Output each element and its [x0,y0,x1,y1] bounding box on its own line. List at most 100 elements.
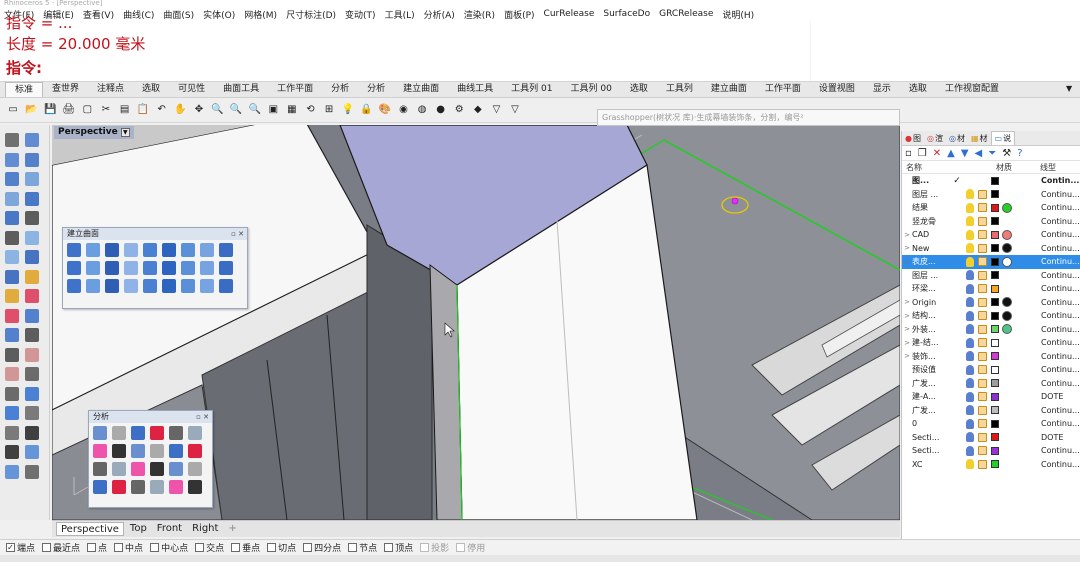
color-icon[interactable]: 🎨 [378,103,392,117]
toolbar-tab[interactable]: 查世界 [43,82,88,97]
zoom-extents-icon[interactable]: 🔍 [248,103,262,117]
tool-icon[interactable] [25,386,39,401]
material-swatch[interactable] [1002,432,1012,442]
visibility-bulb-icon[interactable] [966,229,974,240]
light-icon[interactable]: 💡 [341,103,355,117]
osnap-option[interactable]: 顶点 [384,541,413,554]
new-icon[interactable]: ▭ [6,103,20,117]
panel-tool-icon[interactable] [143,279,157,293]
lock-icon[interactable] [978,257,987,267]
osnap-checkbox[interactable] [348,543,358,552]
material-swatch[interactable] [1002,324,1012,335]
layer-color-swatch[interactable] [991,460,999,469]
move-up-icon[interactable]: ▲ [947,148,955,159]
panel-close-icon[interactable]: ▫ ✕ [196,411,212,423]
layer-color-swatch[interactable] [991,298,999,307]
toolbar-tab[interactable]: 标准 [5,82,44,97]
visibility-bulb-icon[interactable] [966,418,974,429]
panel-tool-icon[interactable] [86,279,100,293]
expand-icon[interactable]: > [902,244,912,252]
layer-name[interactable]: XC [912,460,948,469]
linetype-label[interactable]: Continu... [1041,325,1080,334]
layer-row[interactable]: > Origin Continu... [902,296,1080,310]
analysis-panel[interactable]: 分析 ▫ ✕ [88,410,213,508]
osnap-option[interactable]: 垂点 [231,541,260,554]
linetype-label[interactable]: DOTE [1041,433,1063,442]
visibility-bulb-icon[interactable] [966,216,974,227]
layer-color-swatch[interactable] [991,338,999,347]
osnap-option[interactable]: 点 [87,541,107,554]
tool-icon[interactable] [25,464,39,479]
layer-name[interactable]: Secti... [912,446,948,455]
layer-color-swatch[interactable] [991,217,999,226]
linetype-label[interactable]: Continu... [1041,298,1080,307]
lock-icon[interactable] [978,432,987,442]
material-swatch[interactable] [1002,378,1012,388]
menu-item[interactable]: GRCRelease [659,9,713,19]
panel-tool-icon[interactable] [188,480,202,494]
layer-color-swatch[interactable] [991,271,999,280]
panel-tool-icon[interactable] [86,243,100,257]
filter-icon[interactable]: ⏷ [988,148,996,159]
lock-icon[interactable] [978,284,987,294]
material-swatch[interactable] [1002,189,1012,199]
menu-item[interactable]: 分析(A) [424,8,455,21]
layer-color-swatch[interactable] [991,446,999,455]
layer-row[interactable]: 图... ✓ Contin... [902,174,1080,188]
visibility-bulb-icon[interactable] [966,324,974,335]
linetype-label[interactable]: Continu... [1041,217,1080,226]
panel-tool-icon[interactable] [150,426,164,440]
view-tab[interactable]: Front [153,522,186,536]
expand-icon[interactable]: > [902,312,912,320]
layer-name[interactable]: 广发... [912,378,948,389]
tool-icon[interactable] [5,250,19,264]
zoom-icon[interactable]: 🔍 [211,103,225,117]
material-swatch[interactable] [1002,365,1012,375]
lock-icon[interactable] [978,203,987,213]
menu-item[interactable]: 尺寸标注(D) [286,8,336,21]
linetype-label[interactable]: Continu... [1041,338,1080,347]
layer-row[interactable]: 预设值 Continu... [902,363,1080,377]
view-tab[interactable]: Perspective [56,522,124,536]
linetype-label[interactable]: Continu... [1041,203,1080,212]
panel-tool-icon[interactable] [150,462,164,476]
panel-tool-icon[interactable] [181,261,195,275]
toolbar-tab[interactable]: 工作平面 [268,82,322,97]
layer-row[interactable]: 0 Continu... [902,417,1080,431]
visibility-bulb-icon[interactable] [966,256,974,267]
material-swatch[interactable] [1002,351,1012,361]
material-swatch[interactable] [1002,310,1012,321]
lock-icon[interactable] [978,378,987,388]
layer-name[interactable]: 广发... [912,405,948,416]
osnap-checkbox[interactable] [42,543,52,552]
linetype-label[interactable]: Continu... [1041,190,1080,199]
material-swatch[interactable] [1002,392,1012,402]
layer-color-swatch[interactable] [991,230,999,239]
layer-row[interactable]: 建-A... DOTE [902,390,1080,404]
panel-tool-icon[interactable] [93,480,107,494]
osnap-option[interactable]: 切点 [267,541,296,554]
visibility-bulb-icon[interactable] [966,432,974,443]
menu-item[interactable]: 面板(P) [504,8,534,21]
panel-tool-icon[interactable] [200,243,214,257]
panel-tool-icon[interactable] [169,462,183,476]
tool-icon[interactable] [25,347,39,362]
panel-tool-icon[interactable] [188,444,202,458]
panel-tool-icon[interactable] [67,261,81,275]
panel-tool-icon[interactable] [112,426,126,440]
linetype-label[interactable]: Continu... [1041,244,1080,253]
panel-tool-icon[interactable] [105,261,119,275]
layer-row[interactable]: 环梁... Continu... [902,282,1080,296]
toolbar-tab[interactable]: 工具列 [657,82,702,97]
panel-tool-icon[interactable] [188,426,202,440]
toolbar-tab[interactable]: 曲面工具 [214,82,268,97]
material-swatch[interactable] [1002,338,1012,348]
layer-name[interactable]: 图层 ... [912,270,948,281]
visibility-bulb-icon[interactable] [966,445,974,456]
layer-name[interactable]: 装饰... [912,351,948,362]
toolbar-tab[interactable]: 设置视图 [810,82,864,97]
panel-tool-icon[interactable] [162,261,176,275]
panel-tool-icon[interactable] [219,243,233,257]
open-icon[interactable]: 📂 [25,103,39,117]
linetype-label[interactable]: Continu... [1041,352,1080,361]
